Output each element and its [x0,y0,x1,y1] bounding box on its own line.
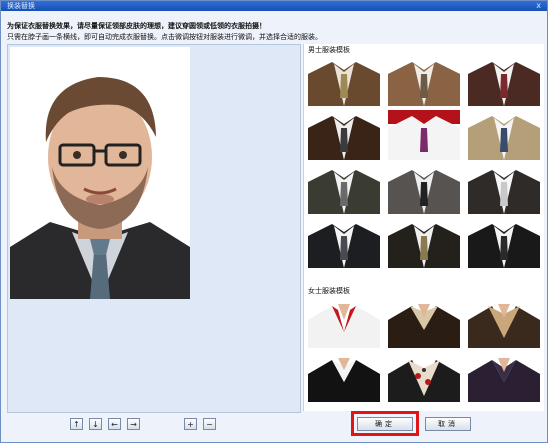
women-template-1[interactable] [308,298,380,348]
men-template-6[interactable] [468,110,540,160]
women-templates-label: 女士服装模板 [308,287,350,295]
men-template-4[interactable] [308,110,380,160]
cancel-button[interactable]: 取消 [425,417,471,431]
warning-hint: 为保证衣服替换效果，请尽量保证领部皮肤的理想，建议穿圆领或低领的衣服拍摄！ [7,22,266,30]
men-templates-label: 男士服装模板 [308,46,350,54]
move-left-button[interactable]: ← [108,418,121,430]
close-icon[interactable]: x [536,1,541,10]
dialog-window: 换装替换 x 为保证衣服替换效果，请尽量保证领部皮肤的理想，建议穿圆领或低领的衣… [0,0,548,443]
move-up-button[interactable]: ↑ [70,418,83,430]
men-template-11[interactable] [388,218,460,268]
men-template-7[interactable] [308,164,380,214]
move-right-button[interactable]: → [127,418,140,430]
title-bar: 换装替换 x [1,1,547,11]
men-template-5[interactable] [388,110,460,160]
women-template-2[interactable] [388,298,460,348]
men-template-2[interactable] [388,56,460,106]
men-template-1[interactable] [308,56,380,106]
men-template-8[interactable] [388,164,460,214]
women-template-6[interactable] [468,352,540,402]
zoom-in-button[interactable]: + [184,418,197,430]
women-template-4[interactable] [308,352,380,402]
women-template-3[interactable] [468,298,540,348]
zoom-out-button[interactable]: − [203,418,216,430]
men-template-10[interactable] [308,218,380,268]
window-title: 换装替换 [7,2,35,10]
clothing-library: 男士服装模板 女士服装模板 [303,44,544,411]
women-template-5[interactable] [388,352,460,402]
men-template-3[interactable] [468,56,540,106]
portrait-photo[interactable] [10,47,190,299]
instruction-hint: 只需在脖子画一条横线，即可自动完成衣服替换。点击微调按钮对服装进行微调，并选择合… [7,33,322,41]
ok-highlight-box [351,411,419,436]
men-template-9[interactable] [468,164,540,214]
men-template-12[interactable] [468,218,540,268]
preview-panel[interactable] [7,44,301,413]
move-down-button[interactable]: ↓ [89,418,102,430]
